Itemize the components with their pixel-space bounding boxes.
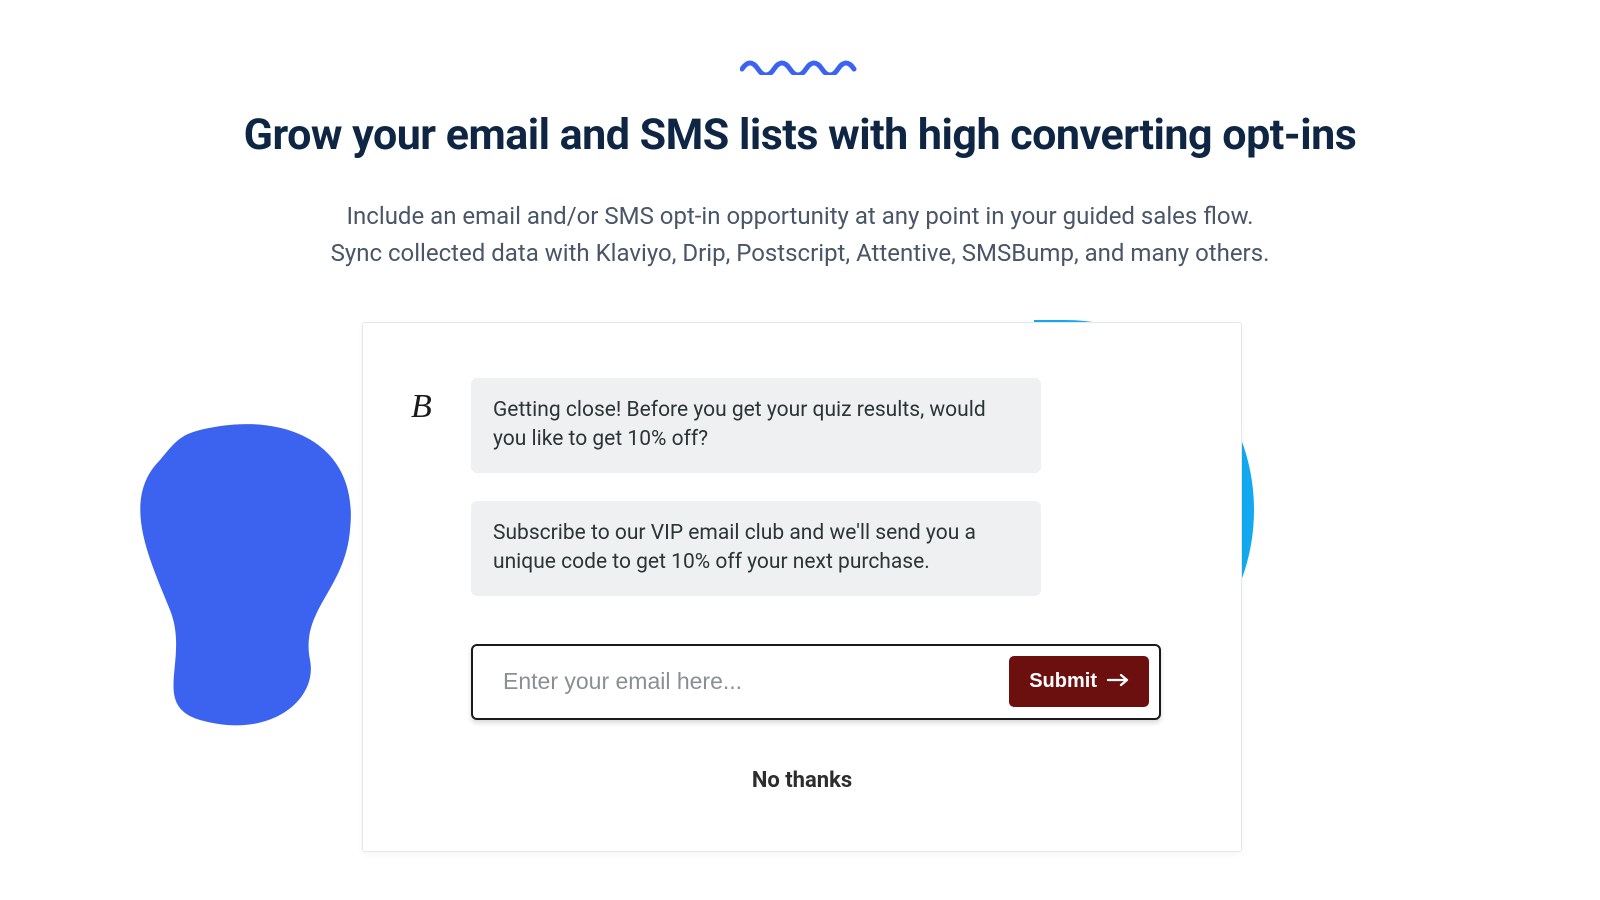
subtext-line2: Sync collected data with Klaviyo, Drip, … <box>0 235 1600 272</box>
chat-bubbles: Getting close! Before you get your quiz … <box>471 378 1193 596</box>
submit-label: Submit <box>1029 670 1097 693</box>
decorative-blob-left <box>140 420 400 744</box>
sub-headline: Include an email and/or SMS opt-in oppor… <box>0 198 1600 272</box>
submit-button[interactable]: Submit <box>1009 656 1149 707</box>
headline: Grow your email and SMS lists with high … <box>0 110 1600 160</box>
no-thanks-link[interactable]: No thanks <box>411 768 1193 793</box>
chat-bubble-2: Subscribe to our VIP email club and we'l… <box>471 501 1041 596</box>
email-input-wrap: Submit <box>471 644 1161 720</box>
subtext-line1: Include an email and/or SMS opt-in oppor… <box>0 198 1600 235</box>
chat-row: B Getting close! Before you get your qui… <box>411 378 1193 596</box>
arrow-right-icon <box>1107 670 1129 693</box>
email-input[interactable] <box>503 668 1009 695</box>
decorative-squiggle <box>0 0 1600 75</box>
avatar: B <box>411 388 447 426</box>
opt-in-card: B Getting close! Before you get your qui… <box>362 322 1242 852</box>
chat-bubble-1: Getting close! Before you get your quiz … <box>471 378 1041 473</box>
